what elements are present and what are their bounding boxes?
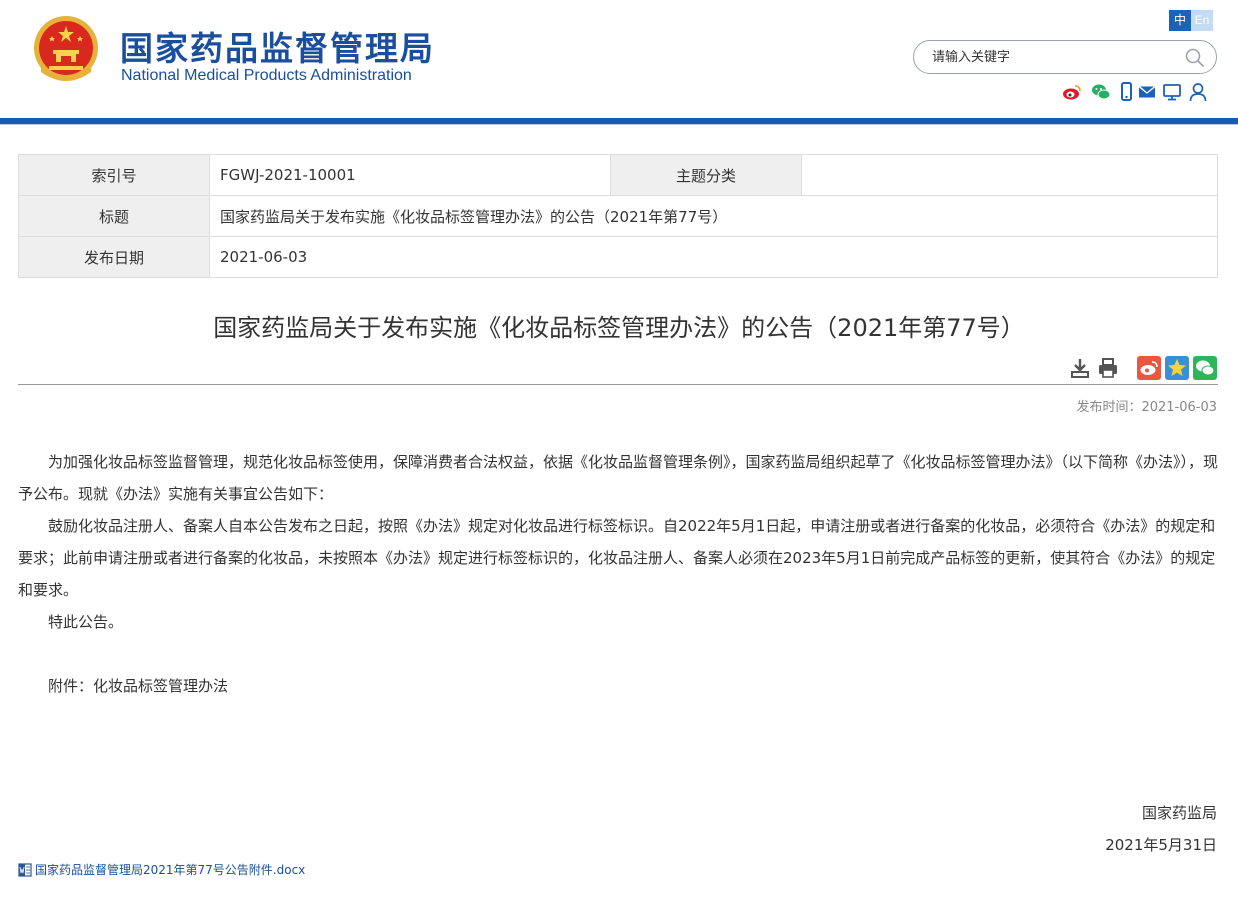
date-label: 发布日期 bbox=[18, 236, 210, 278]
paragraph: 特此公告。 bbox=[48, 613, 124, 631]
table-row: 发布日期 2021-06-03 bbox=[18, 236, 1218, 278]
topic-label: 主题分类 bbox=[610, 154, 802, 196]
title-divider bbox=[18, 384, 1218, 385]
share-wechat-icon[interactable] bbox=[1193, 356, 1217, 380]
table-row: 标题 国家药监局关于发布实施《化妆品标签管理办法》的公告（2021年第77号） bbox=[18, 195, 1218, 237]
index-label: 索引号 bbox=[18, 154, 210, 196]
article-body: 为加强化妆品标签监督管理，规范化妆品标签使用，保障消费者合法权益，依据《化妆品监… bbox=[18, 446, 1218, 702]
print-icon[interactable] bbox=[1097, 356, 1119, 380]
download-icon[interactable] bbox=[1069, 356, 1091, 380]
title-label: 标题 bbox=[18, 195, 210, 237]
wechat-icon[interactable] bbox=[1091, 82, 1111, 102]
document-metadata-table: 索引号 FGWJ-2021-10001 主题分类 标题 国家药监局关于发布实施《… bbox=[18, 154, 1218, 278]
publish-time: 发布时间：2021-06-03 bbox=[1076, 400, 1217, 415]
index-value: FGWJ-2021-10001 bbox=[209, 154, 611, 196]
site-title-en[interactable]: National Medical Products Administration bbox=[121, 67, 412, 85]
topic-value bbox=[801, 154, 1218, 196]
search-box bbox=[913, 40, 1217, 74]
user-icon[interactable] bbox=[1188, 82, 1208, 102]
search-icon[interactable] bbox=[1184, 47, 1206, 69]
attachment-line: 附件：化妆品标签管理办法 bbox=[48, 677, 229, 695]
share-weibo-icon[interactable] bbox=[1137, 356, 1161, 380]
title-value: 国家药监局关于发布实施《化妆品标签管理办法》的公告（2021年第77号） bbox=[209, 195, 1218, 237]
mobile-icon[interactable] bbox=[1117, 82, 1137, 102]
lang-cn-button[interactable]: 中 bbox=[1169, 10, 1191, 31]
signer: 国家药监局 bbox=[1141, 804, 1217, 822]
mail-icon[interactable] bbox=[1137, 82, 1157, 102]
page-title: 国家药监局关于发布实施《化妆品标签管理办法》的公告（2021年第77号） bbox=[213, 314, 1025, 342]
monitor-icon[interactable] bbox=[1162, 82, 1182, 102]
attachment-link[interactable]: 国家药品监督管理局2021年第77号公告附件.docx bbox=[18, 861, 305, 878]
share-favorite-icon[interactable] bbox=[1165, 356, 1189, 380]
site-title-cn[interactable]: 国家药品监督管理局 bbox=[120, 22, 435, 70]
national-emblem-logo bbox=[34, 16, 98, 81]
table-row: 索引号 FGWJ-2021-10001 主题分类 bbox=[18, 154, 1218, 196]
date-value: 2021-06-03 bbox=[209, 236, 1218, 278]
header-divider-thin bbox=[0, 124, 1238, 125]
weibo-icon[interactable] bbox=[1062, 82, 1082, 102]
sign-date: 2021年5月31日 bbox=[1105, 836, 1217, 854]
word-doc-icon bbox=[18, 862, 32, 877]
search-input[interactable] bbox=[932, 47, 1162, 67]
attachment-filename[interactable]: 国家药品监督管理局2021年第77号公告附件.docx bbox=[35, 861, 305, 878]
site-header: 国家药品监督管理局 National Medical Products Admi… bbox=[0, 0, 1238, 118]
lang-en-button[interactable]: En bbox=[1191, 10, 1213, 31]
paragraph: 为加强化妆品标签监督管理，规范化妆品标签使用，保障消费者合法权益，依据《化妆品监… bbox=[18, 453, 1219, 503]
paragraph: 鼓励化妆品注册人、备案人自本公告发布之日起，按照《办法》规定对化妆品进行标签标识… bbox=[18, 517, 1216, 599]
